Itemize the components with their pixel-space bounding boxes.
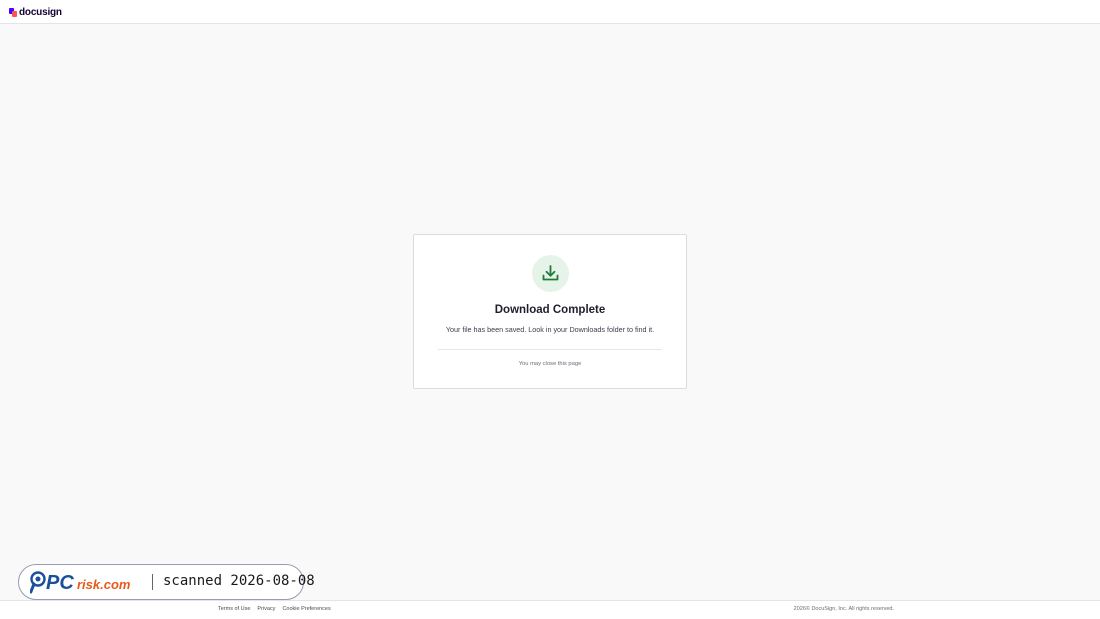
card-title: Download Complete: [494, 304, 606, 316]
card-divider: [438, 349, 662, 350]
terms-of-use-link[interactable]: Terms of Use: [218, 606, 250, 612]
close-page-note: You may close this page: [518, 361, 582, 367]
watermark-text: scanned 2026-08-08: [163, 573, 315, 589]
pcrisk-logo-icon: PC risk.com: [30, 571, 131, 594]
copyright-text: 2026© DocuSign, Inc. All rights reserved…: [793, 606, 894, 612]
top-bar: docusign: [0, 0, 1100, 24]
footer: Terms of Use Privacy Cookie Preferences …: [0, 600, 1100, 619]
page: docusign Download Complete Your file has…: [0, 0, 1100, 619]
download-icon: [542, 265, 559, 281]
svg-text:risk.com: risk.com: [77, 577, 131, 592]
logo-text: docusign: [19, 6, 62, 18]
svg-text:PC: PC: [46, 572, 74, 594]
pcrisk-watermark: PC risk.com scanned 2026-08-08: [18, 564, 315, 600]
footer-links: Terms of Use Privacy Cookie Preferences: [218, 606, 331, 612]
watermark-separator: [152, 574, 153, 590]
privacy-link[interactable]: Privacy: [257, 606, 275, 612]
cookie-preferences-link[interactable]: Cookie Preferences: [282, 606, 330, 612]
download-complete-card: Download Complete Your file has been sav…: [413, 234, 687, 389]
download-icon-badge: [532, 255, 569, 292]
docusign-logo[interactable]: docusign: [9, 5, 62, 19]
docusign-logo-mark-icon: [9, 7, 17, 17]
card-message: Your file has been saved. Look in your D…: [445, 325, 655, 334]
